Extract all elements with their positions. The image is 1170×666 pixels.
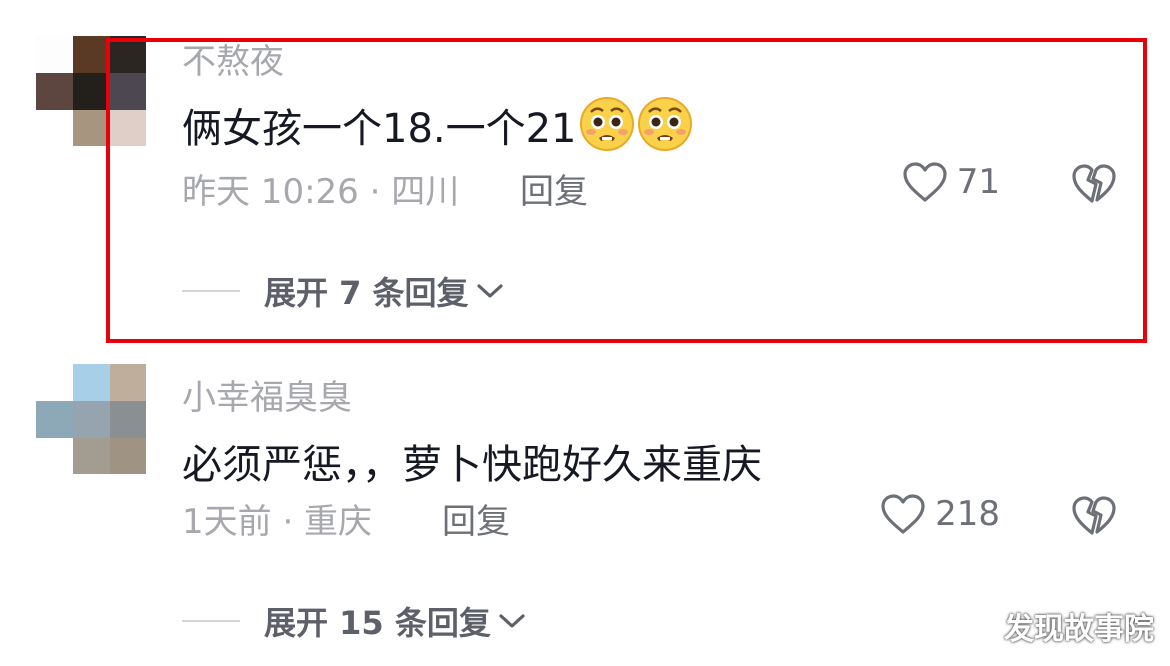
broken-heart-icon <box>1072 496 1116 535</box>
chevron-down-icon <box>499 614 525 628</box>
like-count: 218 <box>935 494 1000 534</box>
expand-replies-button[interactable]: 展开 15 条回复 <box>182 598 527 644</box>
comment-content: 必须严惩，，萝卜快跑好久来重庆 <box>182 442 762 488</box>
comment-username[interactable]: 小幸福臭臭 <box>182 370 352 419</box>
watermark: 发现故事院 <box>1004 612 1154 647</box>
expand-replies-label: 展开 15 条回复 <box>264 604 491 642</box>
heart-icon <box>881 494 925 534</box>
highlight-box <box>106 38 1147 343</box>
reply-button[interactable]: 回复 <box>442 494 510 543</box>
divider-line <box>182 620 240 622</box>
comment-item: 小幸福臭臭 必须严惩，，萝卜快跑好久来重庆 1天前 · 重庆 回复 218 展开… <box>0 340 1170 666</box>
dislike-button[interactable] <box>1070 494 1118 542</box>
like-button[interactable]: 218 <box>879 492 1000 536</box>
avatar[interactable] <box>36 364 146 474</box>
comment-time-location: 1天前 · 重庆 <box>182 502 373 542</box>
